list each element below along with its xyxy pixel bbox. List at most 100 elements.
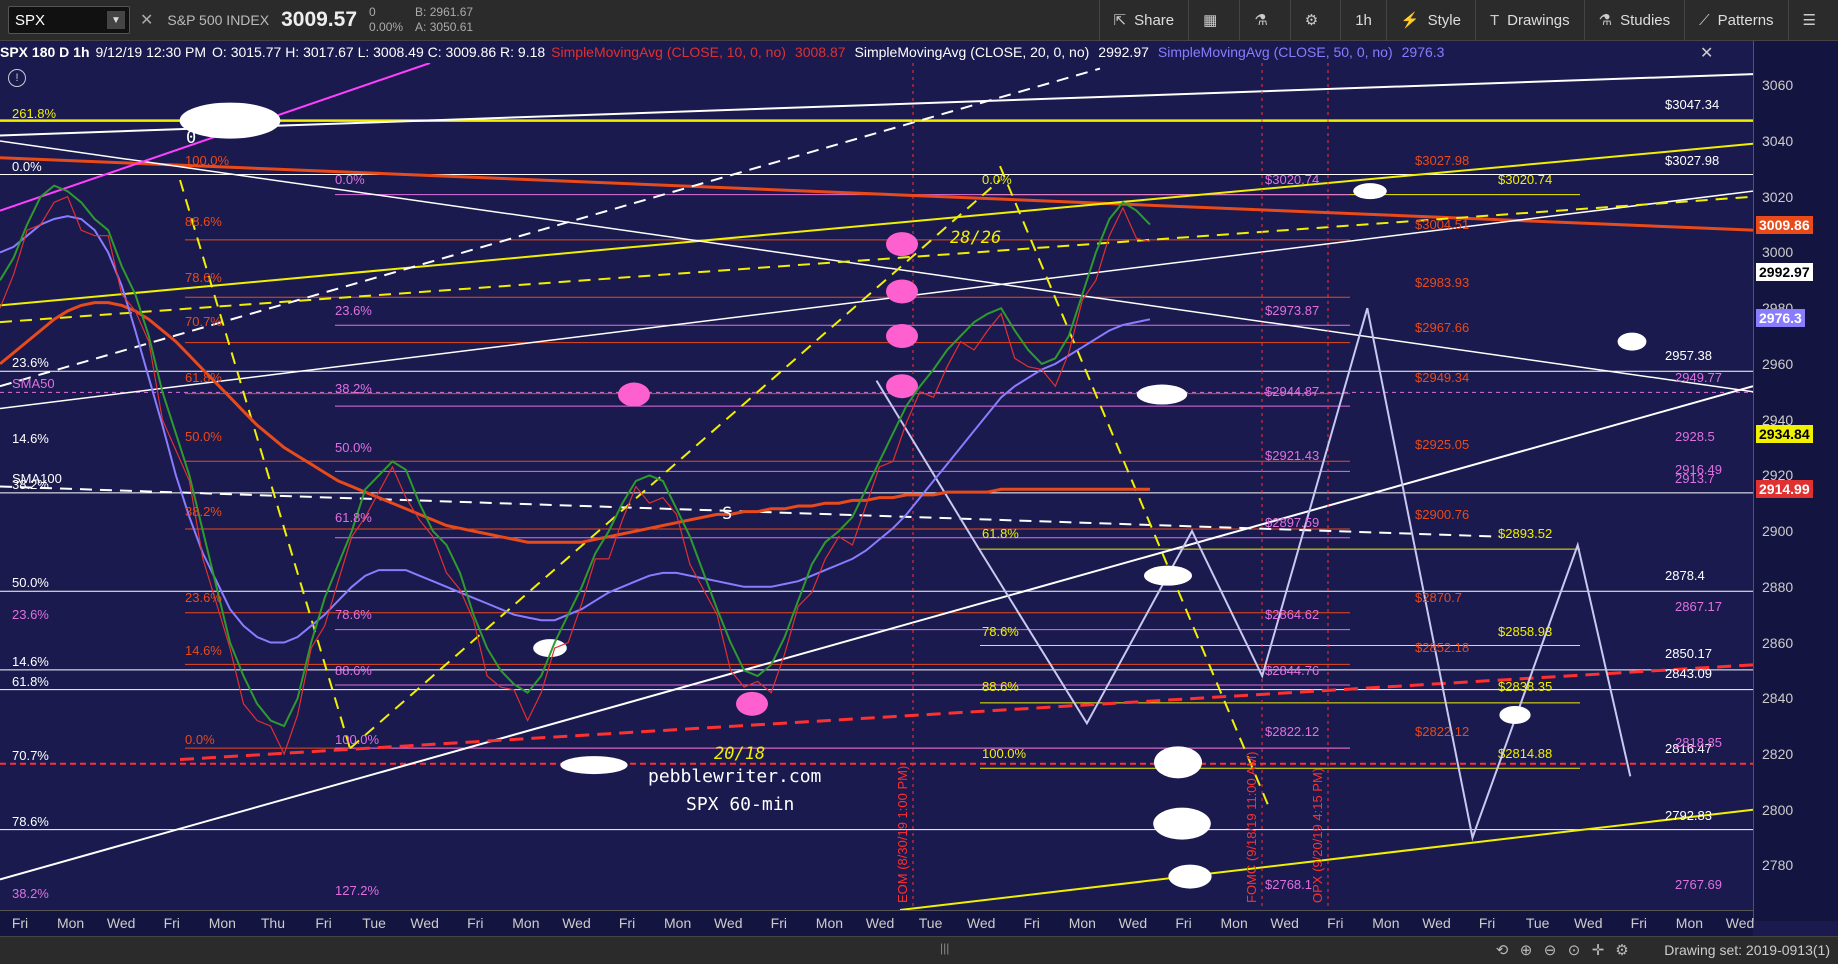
y-tick-label: 2880: [1762, 578, 1794, 595]
settings-button[interactable]: ⚙: [1289, 0, 1340, 40]
x-tick-label: Fri: [1327, 915, 1344, 931]
x-tick-label: Tue: [918, 915, 943, 931]
time-axis[interactable]: Fri Mon Wed Fri Mon Thu Fri Tue Wed Fri Mon Wed Fri M…: [0, 910, 1755, 937]
y-tick-label: 2820: [1762, 745, 1794, 762]
white-ellipse-marker: [1617, 332, 1647, 351]
x-tick-label: Fri: [1630, 915, 1647, 931]
symbol-text: SPX: [15, 11, 46, 29]
bid-ask-block: B: 2961.67 A: 3050.61: [415, 5, 473, 35]
timeframe-button[interactable]: 1h: [1340, 0, 1386, 40]
x-tick-label: Mon: [1068, 915, 1096, 931]
sma20-value: 2992.97: [1098, 44, 1149, 60]
close-icon[interactable]: ✕: [140, 10, 153, 30]
yellow-dashed-trend: [349, 179, 1001, 750]
sma50-label[interactable]: SimpleMovingAvg (CLOSE, 50, 0, no): [1158, 44, 1393, 60]
y-tick-label: 3060: [1762, 77, 1794, 94]
price-badge: 2992.97: [1756, 263, 1813, 282]
patterns-button[interactable]: ⟋ Patterns: [1684, 0, 1787, 40]
bid-value: B: 2961.67: [415, 5, 474, 19]
x-tick-label: Fri: [1023, 915, 1040, 931]
x-tick-label: Wed: [865, 915, 895, 931]
magenta-ellipse-marker: [618, 382, 650, 407]
cursor-icon[interactable]: ✛: [1586, 939, 1610, 961]
ohlc-values: O: 3015.77 H: 3017.67 L: 3008.49 C: 3009…: [212, 44, 546, 60]
collapse-icon[interactable]: ✕: [1700, 43, 1713, 63]
symbol-selector[interactable]: SPX ▼: [8, 6, 130, 34]
sma10-label[interactable]: SimpleMovingAvg (CLOSE, 10, 0, no): [551, 44, 786, 60]
change-value: 0: [369, 5, 376, 19]
price-chart[interactable]: [0, 63, 1753, 910]
x-tick-label: Mon: [208, 915, 236, 931]
patterns-icon: ⟋: [1699, 11, 1710, 29]
y-tick-label: 2960: [1762, 355, 1794, 372]
yellow-dashed-trend: [179, 179, 351, 749]
x-tick-label: Wed: [1573, 915, 1603, 931]
menu-icon: ☰: [1802, 12, 1816, 29]
x-tick-label: Fri: [11, 915, 29, 931]
drawing-set-label[interactable]: Drawing set: 2019-0913(1): [1664, 942, 1830, 958]
magenta-ellipse-marker: [886, 324, 918, 349]
y-tick-label: 3040: [1762, 133, 1794, 149]
drawings-button[interactable]: T Drawings: [1474, 0, 1584, 40]
white-ellipse-marker: [1144, 565, 1192, 586]
last-price: 3009.57: [281, 8, 358, 31]
y-tick-label: 2840: [1762, 690, 1794, 707]
x-tick-label: Fri: [1175, 915, 1192, 931]
toolbar-actions: ⇱ Share ▦ ⚗ ⚙ 1h ⚡ Style T Drawings ⚗ Studie…: [1098, 0, 1838, 40]
symbol-info: SPX 180 D 1h: [0, 44, 90, 60]
style-icon: ⚡: [1400, 12, 1420, 29]
zoom-out-icon[interactable]: ⊖: [1538, 939, 1562, 961]
x-tick-label: Fri: [1478, 915, 1496, 931]
x-tick-label: Fri: [467, 915, 484, 931]
x-tick-label: Tue: [362, 915, 386, 931]
study-legend: SPX 180 D 1h 9/12/19 12:30 PM O: 3015.77…: [0, 41, 1755, 63]
sma20-label[interactable]: SimpleMovingAvg (CLOSE, 20, 0, no): [855, 44, 1090, 60]
white-ellipse-marker: [1353, 183, 1387, 200]
price-badge: 2934.84: [1756, 425, 1813, 443]
zoom-in-icon[interactable]: ⊕: [1514, 939, 1538, 961]
scroll-left-icon[interactable]: ⟲: [1490, 939, 1514, 961]
style-button[interactable]: ⚡ Style: [1385, 0, 1475, 40]
magenta-ellipse-marker: [886, 232, 918, 257]
x-tick-label: Mon: [512, 915, 540, 931]
settings-small-icon[interactable]: ⚙: [1610, 939, 1634, 961]
yellow-trend-line: [899, 808, 1753, 910]
x-tick-label: Wed: [106, 915, 136, 931]
price-badge: 2914.99: [1756, 480, 1813, 499]
x-tick-label: Tue: [1525, 915, 1550, 931]
x-tick-label: Wed: [713, 915, 743, 931]
white-ellipse-marker: [560, 756, 628, 775]
ask-value: A: 3050.61: [415, 20, 474, 34]
white-ellipse-marker: [179, 102, 281, 139]
magenta-ellipse-marker: [736, 691, 768, 716]
white-ellipse-marker: [1153, 807, 1211, 840]
gear-icon: ⚙: [1304, 12, 1319, 29]
y-tick-label: 2780: [1762, 857, 1794, 874]
share-icon: ⇱: [1113, 12, 1127, 29]
x-tick-label: Wed: [1725, 915, 1755, 931]
share-button[interactable]: ⇱ Share: [1098, 0, 1189, 40]
x-tick-label: Fri: [315, 915, 332, 931]
magenta-ellipse-marker: [886, 279, 918, 304]
studies-button[interactable]: ⚗ Studies: [1583, 0, 1685, 40]
x-tick-label: Mon: [664, 915, 692, 931]
price-axis[interactable]: 2780 2800 2820 2840 2860 2880 2900 2920 2940 2960…: [1753, 41, 1838, 921]
chevron-down-icon[interactable]: ▼: [107, 11, 125, 29]
y-tick-label: 2900: [1762, 523, 1794, 540]
x-tick-label: Mon: [1372, 915, 1400, 931]
sma10-value: 3008.87: [794, 44, 846, 60]
toolbar: SPX ▼ ✕ S&P 500 INDEX 3009.57 0 0.00% B:…: [0, 0, 1838, 41]
yellow-dashed-trend: [0, 195, 1753, 324]
zoom-fit-icon[interactable]: ⊙: [1562, 939, 1586, 961]
bar-timestamp: 9/12/19 12:30 PM: [95, 44, 207, 60]
x-tick-label: Mon: [1675, 915, 1704, 931]
compare-button[interactable]: ▦: [1188, 0, 1239, 40]
scroll-handle[interactable]: |||: [940, 941, 949, 955]
flask-icon: ⚗: [1254, 12, 1268, 29]
price-line: [0, 184, 1151, 728]
lab-button[interactable]: ⚗: [1239, 0, 1289, 40]
x-tick-label: Wed: [1118, 915, 1148, 931]
change-block: 0 0.00%: [369, 5, 403, 35]
menu-button[interactable]: ☰: [1787, 0, 1838, 40]
white-ellipse-marker: [1168, 864, 1212, 889]
